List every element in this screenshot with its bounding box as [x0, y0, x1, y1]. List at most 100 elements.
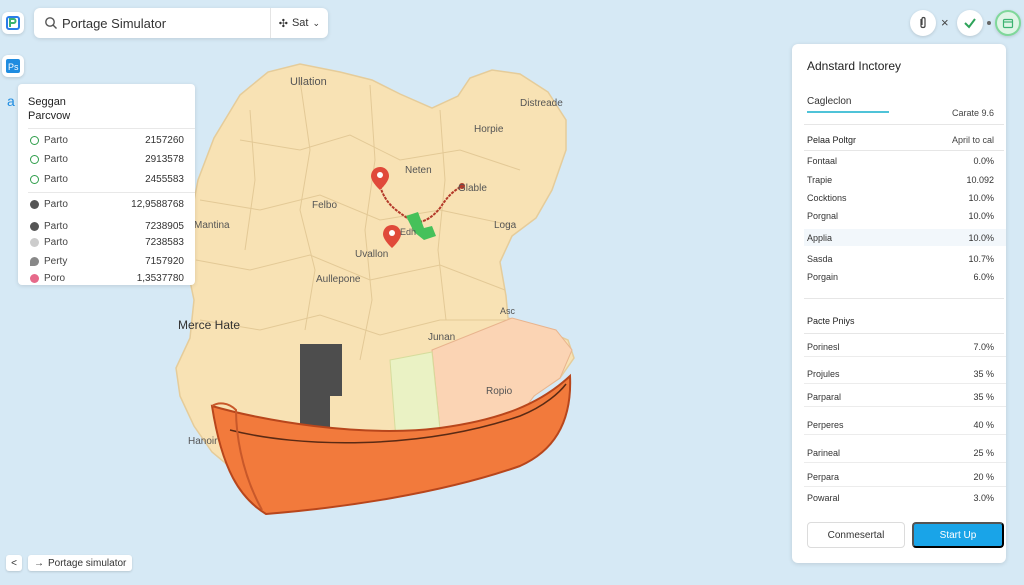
share-row[interactable]: Projules 35 %: [804, 364, 1006, 384]
legend-row-value: 7157920: [145, 255, 184, 267]
share-label: Projules: [807, 368, 840, 379]
stat-value: 10.0%: [968, 192, 994, 203]
stat-value: 6.0%: [973, 271, 994, 282]
share-row[interactable]: Perperes 40 %: [804, 415, 1006, 435]
panel-divider: [804, 150, 1004, 151]
stat-row[interactable]: Porgnal 10.0%: [804, 207, 1006, 224]
calendar-button[interactable]: [995, 10, 1021, 36]
map-label: Hanoir: [188, 436, 218, 447]
search-input[interactable]: [62, 15, 270, 31]
section1-heading-right: April to cal: [951, 135, 994, 145]
tab-right-label: Carate 9.6: [951, 108, 994, 118]
stat-value: 0.0%: [973, 155, 994, 166]
share-value: 25 %: [973, 447, 994, 458]
search-icon: [44, 16, 58, 30]
legend-row-label: Parto: [44, 134, 68, 146]
panel-title: Adnstard Inctorey: [807, 59, 902, 73]
share-row[interactable]: Parparal 35 %: [804, 387, 1006, 407]
attach-button[interactable]: [910, 10, 936, 36]
chevron-down-icon: ⌄: [312, 17, 320, 28]
stat-row[interactable]: Sasda 10.7%: [804, 250, 1006, 267]
legend-panel: Seggan Parcvow Parto 2157260 Parto 29135…: [18, 84, 195, 285]
paperclip-icon: [920, 16, 926, 29]
map-label: Felbo: [312, 200, 338, 211]
share-row[interactable]: Porinesl 7.0%: [804, 337, 1006, 357]
section1-heading: Pelaa Poltgr: [807, 135, 857, 145]
stat-label: Trapie: [807, 174, 833, 185]
start-up-button[interactable]: Start Up: [912, 522, 1004, 548]
district-green: [389, 351, 441, 441]
circle-filled-icon: [30, 199, 39, 209]
active-tab-indicator: [807, 111, 889, 113]
map-label: Horpie: [474, 124, 504, 135]
legend-row[interactable]: Poro 1,3537780: [30, 270, 195, 285]
share-label: Parparal: [807, 391, 842, 402]
circle-filled-icon: [30, 221, 39, 231]
ps-app-icon[interactable]: Ps: [2, 55, 24, 77]
legend-row[interactable]: Parto 2455583: [30, 171, 195, 187]
share-row[interactable]: Parineal 25 %: [804, 443, 1006, 463]
stat-value: 10.092: [966, 174, 994, 185]
panel-divider: [804, 298, 1004, 299]
stat-label: Applia: [807, 232, 833, 243]
checkmark-icon: [964, 18, 976, 29]
stat-label: Fontaal: [807, 155, 838, 166]
stat-value: 10.0%: [968, 210, 994, 221]
map-label: Merce Hate: [178, 318, 241, 332]
stat-row[interactable]: Cocktions 10.0%: [804, 189, 1006, 206]
circle-outline-icon: [30, 154, 39, 164]
legend-row-label: Parto: [44, 153, 68, 165]
commercial-button[interactable]: Conmesertal: [807, 522, 905, 548]
map-label: Junan: [428, 332, 456, 343]
breadcrumb[interactable]: → Portage simulator: [28, 555, 133, 571]
pin-icon: [30, 256, 39, 266]
close-icon[interactable]: ×: [941, 15, 949, 30]
stat-row[interactable]: Trapie 10.092: [804, 171, 1006, 188]
share-row[interactable]: Powaral 3.0%: [804, 488, 1006, 508]
svg-text:Ps: Ps: [8, 62, 19, 72]
stat-label: Porgain: [807, 271, 839, 282]
legend-row[interactable]: Parto 12,9588768: [30, 196, 195, 212]
legend-subtitle: Parcvow: [28, 110, 71, 122]
app-logo-icon[interactable]: [2, 12, 24, 34]
search-bar: ✣ Sat ⌄: [34, 8, 328, 38]
share-value: 35 %: [973, 368, 994, 379]
legend-row[interactable]: Parto 7238583: [30, 234, 195, 250]
inventory-panel: Adnstard Inctorey Cagleclon Carate 9.6 P…: [792, 44, 1006, 563]
legend-row[interactable]: Perty 7157920: [30, 253, 195, 269]
legend-row-value: 7238905: [145, 220, 184, 232]
stat-row[interactable]: Applia 10.0%: [804, 229, 1006, 246]
share-value: 3.0%: [973, 493, 994, 503]
legend-row-value: 2157260: [145, 134, 184, 146]
share-row[interactable]: Perpara 20 %: [804, 467, 1006, 487]
back-button[interactable]: <: [6, 555, 22, 571]
legend-row-label: Parto: [44, 198, 68, 210]
share-value: 20 %: [973, 471, 994, 482]
share-label: Parineal: [807, 447, 841, 458]
stat-label: Cocktions: [807, 192, 847, 203]
arrow-right-icon: →: [34, 557, 44, 569]
share-label: Perperes: [807, 419, 844, 430]
svg-text:a: a: [7, 93, 15, 109]
separator-dot: [987, 21, 991, 25]
map-label: Asc: [500, 306, 516, 316]
confirm-button[interactable]: [957, 10, 983, 36]
tab-cagleclon[interactable]: Cagleclon: [807, 96, 851, 107]
stat-label: Porgnal: [807, 210, 839, 221]
stat-row[interactable]: Fontaal 0.0%: [804, 152, 1006, 169]
sat-dropdown-button[interactable]: ✣ Sat ⌄: [271, 17, 328, 30]
legend-row-value: 2913578: [145, 153, 184, 165]
map-label: Mantina: [194, 220, 230, 231]
sat-label: Sat: [291, 17, 309, 29]
stat-row[interactable]: Porgain 6.0%: [804, 268, 1006, 285]
map-label: Edh: [400, 227, 417, 237]
legend-row-label: Parto: [44, 173, 68, 185]
share-label: Porinesl: [807, 341, 840, 352]
legend-row[interactable]: Parto 2157260: [30, 132, 195, 148]
legend-row-label: Parto: [44, 220, 68, 232]
map-label: Aullepone: [316, 274, 361, 285]
legend-row[interactable]: Parto 2913578: [30, 151, 195, 167]
map-label: Glable: [458, 183, 487, 194]
legend-row[interactable]: Parto 7238905: [30, 218, 195, 234]
map-label: Uvallon: [355, 249, 389, 260]
